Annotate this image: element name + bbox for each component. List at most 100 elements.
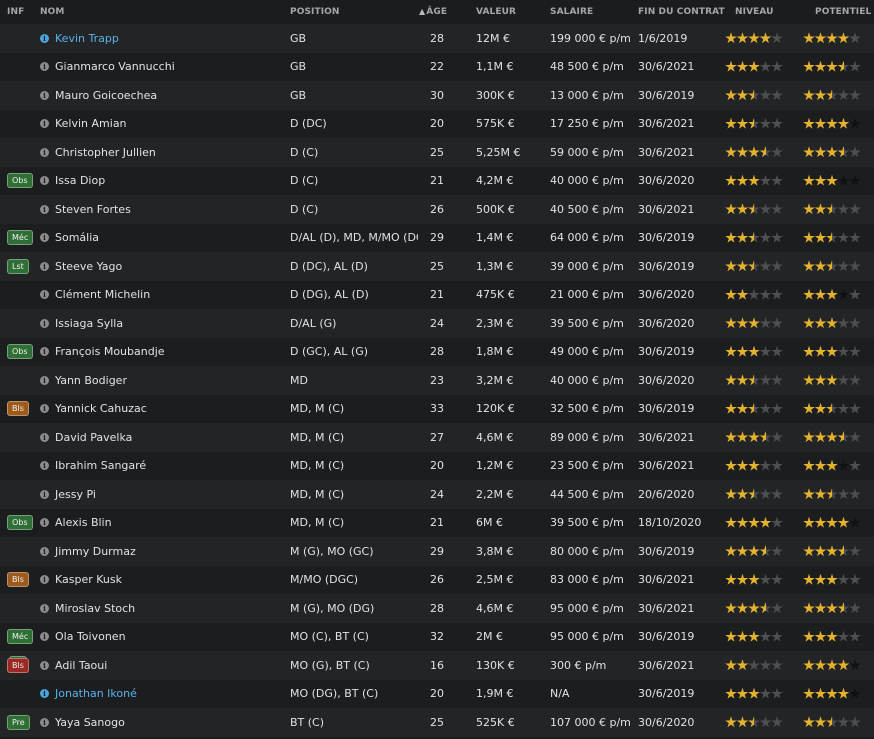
table-row[interactable]: i Kevin Trapp GB 28 12M € 199 000 € p/m 1/6/20… [0, 24, 874, 53]
info-icon[interactable]: i [40, 404, 49, 414]
info-icon[interactable]: i [40, 518, 49, 528]
status-badge[interactable]: Obs [7, 344, 33, 360]
table-row[interactable]: i Steven Fortes D (C) 26 500K € 40 500 € p/m 3… [0, 195, 874, 224]
table-row[interactable]: i Issiaga Sylla D/AL (G) 24 2,3M € 39 500 € p… [0, 309, 874, 338]
table-row[interactable]: i Jonathan Ikoné MO (DG), BT (C) 20 1,9M € N/… [0, 679, 874, 708]
info-icon[interactable]: i [40, 546, 49, 556]
table-row[interactable]: i Kelvin Amian D (DC) 20 575K € 17 250 € p/m 3… [0, 109, 874, 138]
player-name-link[interactable]: Gianmarco Vannucchi [55, 60, 175, 73]
player-name-link[interactable]: Yannick Cahuzac [55, 402, 147, 415]
status-badge[interactable]: Lst [7, 258, 29, 274]
table-row[interactable]: Obs i Alexis Blin MD, M (C) 21 6M € 39 500 € p… [0, 508, 874, 537]
header-potential[interactable]: POTENTIEL [803, 7, 874, 17]
table-row[interactable]: Pre i Yaya Sanogo BT (C) 25 525K € 107 000 € p… [0, 708, 874, 737]
table-row[interactable]: i Ibrahim Sangaré MD, M (C) 20 1,2M € 23 500 … [0, 451, 874, 480]
header-inf[interactable]: INF [0, 7, 36, 17]
info-icon[interactable]: i [40, 489, 49, 499]
player-name-link[interactable]: François Moubandje [55, 345, 165, 358]
table-row[interactable]: i Miroslav Stoch M (G), MO (DG) 28 4,6M € 95 … [0, 594, 874, 623]
info-icon[interactable]: i [40, 90, 49, 100]
header-contract[interactable]: FIN DU CONTRAT [638, 7, 725, 17]
player-name-link[interactable]: Ola Toivonen [55, 630, 126, 643]
player-name-link[interactable]: Kelvin Amian [55, 117, 127, 130]
player-name-link[interactable]: Issiaga Sylla [55, 317, 123, 330]
table-row[interactable]: i Christopher Jullien D (C) 25 5,25M € 59 000… [0, 138, 874, 167]
player-name-link[interactable]: Kasper Kusk [55, 573, 122, 586]
player-name-link[interactable]: Mauro Goicoechea [55, 89, 157, 102]
info-icon[interactable]: i [40, 261, 49, 271]
table-row[interactable]: Méc i Somália D/AL (D), MD, M/MO (DC) 29 1,4M… [0, 223, 874, 252]
table-row[interactable]: Bls i Yannick Cahuzac MD, M (C) 33 120K € 32 5… [0, 394, 874, 423]
player-name-link[interactable]: Steven Fortes [55, 203, 131, 216]
player-name-link[interactable]: Kevin Trapp [55, 32, 119, 45]
info-icon[interactable]: i [40, 461, 49, 471]
star-icon [748, 431, 760, 443]
player-name-link[interactable]: Yaya Sanogo [55, 716, 125, 729]
info-icon[interactable]: i [40, 575, 49, 585]
table-row[interactable]: Obs i François Moubandje D (GC), AL (G) 28 1,… [0, 337, 874, 366]
info-icon[interactable]: i [40, 432, 49, 442]
player-name-link[interactable]: Somália [55, 231, 99, 244]
player-name-link[interactable]: Steeve Yago [55, 260, 122, 273]
status-badge[interactable]: Bls [7, 572, 29, 588]
info-icon[interactable]: i [40, 204, 49, 214]
header-position[interactable]: POSITION [288, 7, 418, 17]
status-badge-stack[interactable]: Bls [7, 655, 29, 673]
info-icon[interactable]: i [40, 347, 49, 357]
status-badge[interactable]: Obs [7, 515, 33, 531]
player-name-link[interactable]: Christopher Jullien [55, 146, 156, 159]
header-age[interactable]: ▲ÂGE [418, 7, 476, 17]
player-name-link[interactable]: Yann Bodiger [55, 374, 127, 387]
status-badge[interactable]: Obs [7, 173, 33, 189]
header-salary[interactable]: SALAIRE [550, 7, 638, 17]
status-badge[interactable]: Pre [7, 714, 30, 730]
player-name-link[interactable]: Adil Taoui [55, 659, 107, 672]
header-level[interactable]: NIVEAU [725, 7, 803, 17]
info-icon[interactable]: i [40, 603, 49, 613]
info-icon[interactable]: i [40, 318, 49, 328]
info-icon[interactable]: i [40, 660, 49, 670]
table-row[interactable]: i David Pavelka MD, M (C) 27 4,6M € 89 000 € … [0, 423, 874, 452]
info-icon[interactable]: i [40, 290, 49, 300]
table-row[interactable]: Lst i Steeve Yago D (DC), AL (D) 25 1,3M € 39 … [0, 252, 874, 281]
info-icon[interactable]: i [40, 147, 49, 157]
table-row[interactable]: i Mauro Goicoechea GB 30 300K € 13 000 € p/m 3… [0, 81, 874, 110]
player-name-link[interactable]: Jonathan Ikoné [55, 687, 137, 700]
info-icon[interactable]: i [40, 689, 49, 699]
header-value[interactable]: VALEUR [476, 7, 550, 17]
table-row[interactable]: i Jimmy Durmaz M (G), MO (GC) 29 3,8M € 80 00… [0, 537, 874, 566]
header-name[interactable]: NOM [36, 7, 288, 17]
info-icon[interactable]: i [40, 33, 49, 43]
status-badge[interactable]: Bls [7, 401, 29, 417]
star-icon [814, 602, 827, 614]
player-name-link[interactable]: Jessy Pi [55, 488, 96, 501]
table-row[interactable]: Obs i Issa Diop D (C) 21 4,2M € 40 000 € p/m 30… [0, 166, 874, 195]
star-icon [725, 288, 737, 300]
contract-cell: 30/6/2020 [638, 715, 695, 729]
info-icon[interactable]: i [40, 176, 49, 186]
table-row[interactable]: i Gianmarco Vannucchi GB 22 1,1M € 48 500 € p… [0, 52, 874, 81]
info-icon[interactable]: i [40, 375, 49, 385]
player-name-link[interactable]: Clément Michelin [55, 288, 150, 301]
info-icon[interactable]: i [40, 119, 49, 129]
player-name-link[interactable]: Jimmy Durmaz [55, 545, 136, 558]
player-name-link[interactable]: Ibrahim Sangaré [55, 459, 146, 472]
info-icon[interactable]: i [40, 717, 49, 727]
player-name-link[interactable]: Issa Diop [55, 174, 105, 187]
table-row[interactable]: i Clément Michelin D (DG), AL (D) 21 475K € 2… [0, 280, 874, 309]
status-badge[interactable]: Méc [7, 629, 34, 645]
potential-cell [803, 231, 874, 244]
status-badge[interactable]: Méc [7, 230, 34, 246]
player-name-link[interactable]: Miroslav Stoch [55, 602, 135, 615]
table-row[interactable]: Bls i Adil Taoui MO (G), BT (C) 16 130K € 300 … [0, 651, 874, 680]
info-icon[interactable]: i [40, 233, 49, 243]
info-icon[interactable]: i [40, 62, 49, 72]
table-row[interactable]: Bls i Kasper Kusk M/MO (DGC) 26 2,5M € 83 000 … [0, 565, 874, 594]
table-row[interactable]: Méc i Ola Toivonen MO (C), BT (C) 32 2M € 95 0… [0, 622, 874, 651]
table-row[interactable]: i Jessy Pi MD, M (C) 24 2,2M € 44 500 € p/m 20… [0, 480, 874, 509]
star-icon [725, 659, 737, 671]
table-row[interactable]: i Yann Bodiger MD 23 3,2M € 40 000 € p/m 30/6/… [0, 366, 874, 395]
info-icon[interactable]: i [40, 632, 49, 642]
player-name-link[interactable]: David Pavelka [55, 431, 132, 444]
player-name-link[interactable]: Alexis Blin [55, 516, 112, 529]
